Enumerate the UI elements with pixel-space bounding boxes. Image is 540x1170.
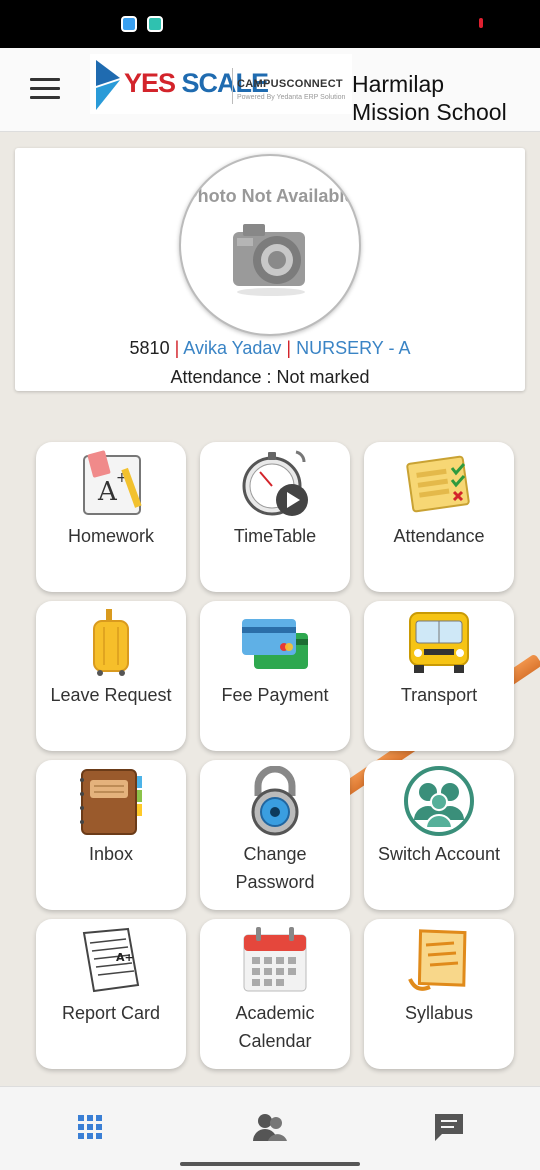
tile-label: Syllabus (404, 1003, 474, 1023)
tile-transport[interactable]: Transport (364, 601, 514, 751)
syllabus-icon (408, 929, 467, 991)
attendance-status: Attendance : Not marked (170, 367, 370, 387)
homework-icon: A + (83, 450, 142, 515)
credit-card-icon (242, 619, 308, 669)
tile-label: Report Card (61, 1003, 161, 1023)
bus-icon (409, 612, 469, 673)
nav-dashboard[interactable] (76, 1107, 116, 1147)
tile-homework[interactable]: A + Homework (36, 442, 186, 592)
logo-mark-icon (96, 60, 120, 110)
tile-label: TimeTable (233, 526, 317, 546)
suitcase-icon (93, 609, 129, 676)
tile-fee-payment[interactable]: Fee Payment (200, 601, 350, 751)
nav-profile[interactable] (252, 1107, 292, 1147)
calendar-icon (243, 927, 307, 992)
student-id: 5810 (129, 338, 170, 358)
tile-change-password[interactable]: Change Password (200, 760, 350, 910)
student-name: Avika Yadav (183, 338, 282, 358)
student-info-line: 5810 | Avika Yadav | NURSERY - A (15, 338, 525, 359)
tile-label-line1: Change (243, 844, 307, 864)
school-name-line2: Mission School (352, 99, 507, 125)
tile-label: Switch Account (377, 844, 501, 864)
logo-divider (232, 68, 233, 104)
svg-text:A+: A+ (116, 951, 134, 964)
bottom-nav (0, 1086, 540, 1170)
tile-label: Inbox (88, 844, 134, 864)
tile-syllabus[interactable]: Syllabus (364, 919, 514, 1069)
chat-icon (435, 1114, 463, 1141)
tile-report-card[interactable]: A+ Report Card (36, 919, 186, 1069)
logo-powered-by: Powered By Yedanta ERP Solution (237, 94, 346, 101)
stopwatch-icon (242, 450, 308, 516)
tile-label: Homework (67, 526, 155, 546)
tile-switch-account[interactable]: Switch Account (364, 760, 514, 910)
tile-label-line1: Academic (235, 1003, 315, 1023)
padlock-icon (251, 766, 299, 836)
app-header: YES SCALE CAMPUSCONNECT Powered By Yedan… (0, 48, 540, 132)
class-section: NURSERY - A (296, 338, 411, 358)
separator: | (174, 338, 180, 358)
tile-timetable[interactable]: TimeTable (200, 442, 350, 592)
status-bar (0, 0, 540, 48)
tile-inbox[interactable]: Inbox (36, 760, 186, 910)
tile-label: Change Password (200, 840, 350, 896)
notification-app-icon (121, 16, 137, 32)
nav-messages[interactable] (432, 1107, 472, 1147)
battery-indicator-icon (479, 18, 483, 28)
tile-label-line2: Calendar (238, 1031, 312, 1051)
tile-label-line2: Password (235, 872, 315, 892)
logo-product-name: CAMPUSCONNECT (237, 78, 343, 90)
grid-icon (78, 1115, 102, 1139)
student-photo[interactable]: Photo Not Available (179, 154, 361, 336)
app-logo: YES SCALE CAMPUSCONNECT Powered By Yedan… (90, 54, 352, 114)
notification-chat-icon (147, 16, 163, 32)
separator: | (286, 338, 292, 358)
tile-academic-calendar[interactable]: Academic Calendar (200, 919, 350, 1069)
people-icon (253, 1114, 287, 1141)
report-paper-icon: A+ (82, 927, 140, 993)
checklist-icon (406, 455, 470, 513)
tile-label: Academic Calendar (200, 999, 350, 1055)
camera-icon (233, 224, 305, 296)
tile-label: Transport (400, 685, 478, 705)
school-name-line1: Harmilap (352, 71, 445, 97)
school-name: Harmilap Mission School (352, 70, 537, 126)
tile-attendance[interactable]: Attendance (364, 442, 514, 592)
home-indicator[interactable] (180, 1162, 360, 1166)
tile-label: Attendance (393, 526, 485, 546)
tile-label: Fee Payment (221, 685, 329, 705)
notebook-icon (80, 769, 142, 835)
svg-text:A: A (97, 477, 118, 507)
tile-label: Leave Request (50, 685, 172, 705)
hamburger-menu-icon[interactable] (30, 78, 60, 102)
tile-leave-request[interactable]: Leave Request (36, 601, 186, 751)
student-profile-card: Photo Not Available 5810 | Avika Yadav |… (15, 148, 525, 391)
photo-placeholder-text: Photo Not Available (185, 186, 355, 206)
users-icon (404, 766, 474, 836)
